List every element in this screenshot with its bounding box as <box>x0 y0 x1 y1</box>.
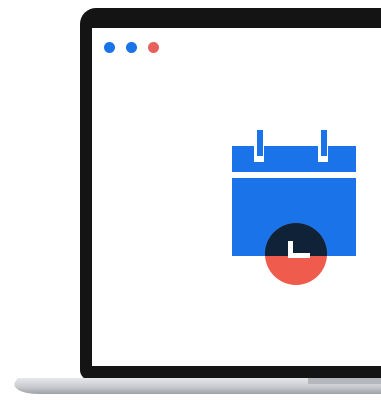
calendar-clock-icon <box>224 124 364 294</box>
calendar-header <box>232 146 356 172</box>
calendar-ring-left <box>257 130 263 156</box>
window-control-dot-2 <box>126 42 137 53</box>
calendar-ring-right <box>321 130 327 156</box>
window-control-dot-3 <box>148 42 159 53</box>
laptop-illustration-page <box>0 0 381 402</box>
clock-face-fill <box>265 232 327 256</box>
window-control-dot-1 <box>104 42 115 53</box>
laptop-base <box>12 374 381 398</box>
clock-hand-minute <box>288 253 310 258</box>
